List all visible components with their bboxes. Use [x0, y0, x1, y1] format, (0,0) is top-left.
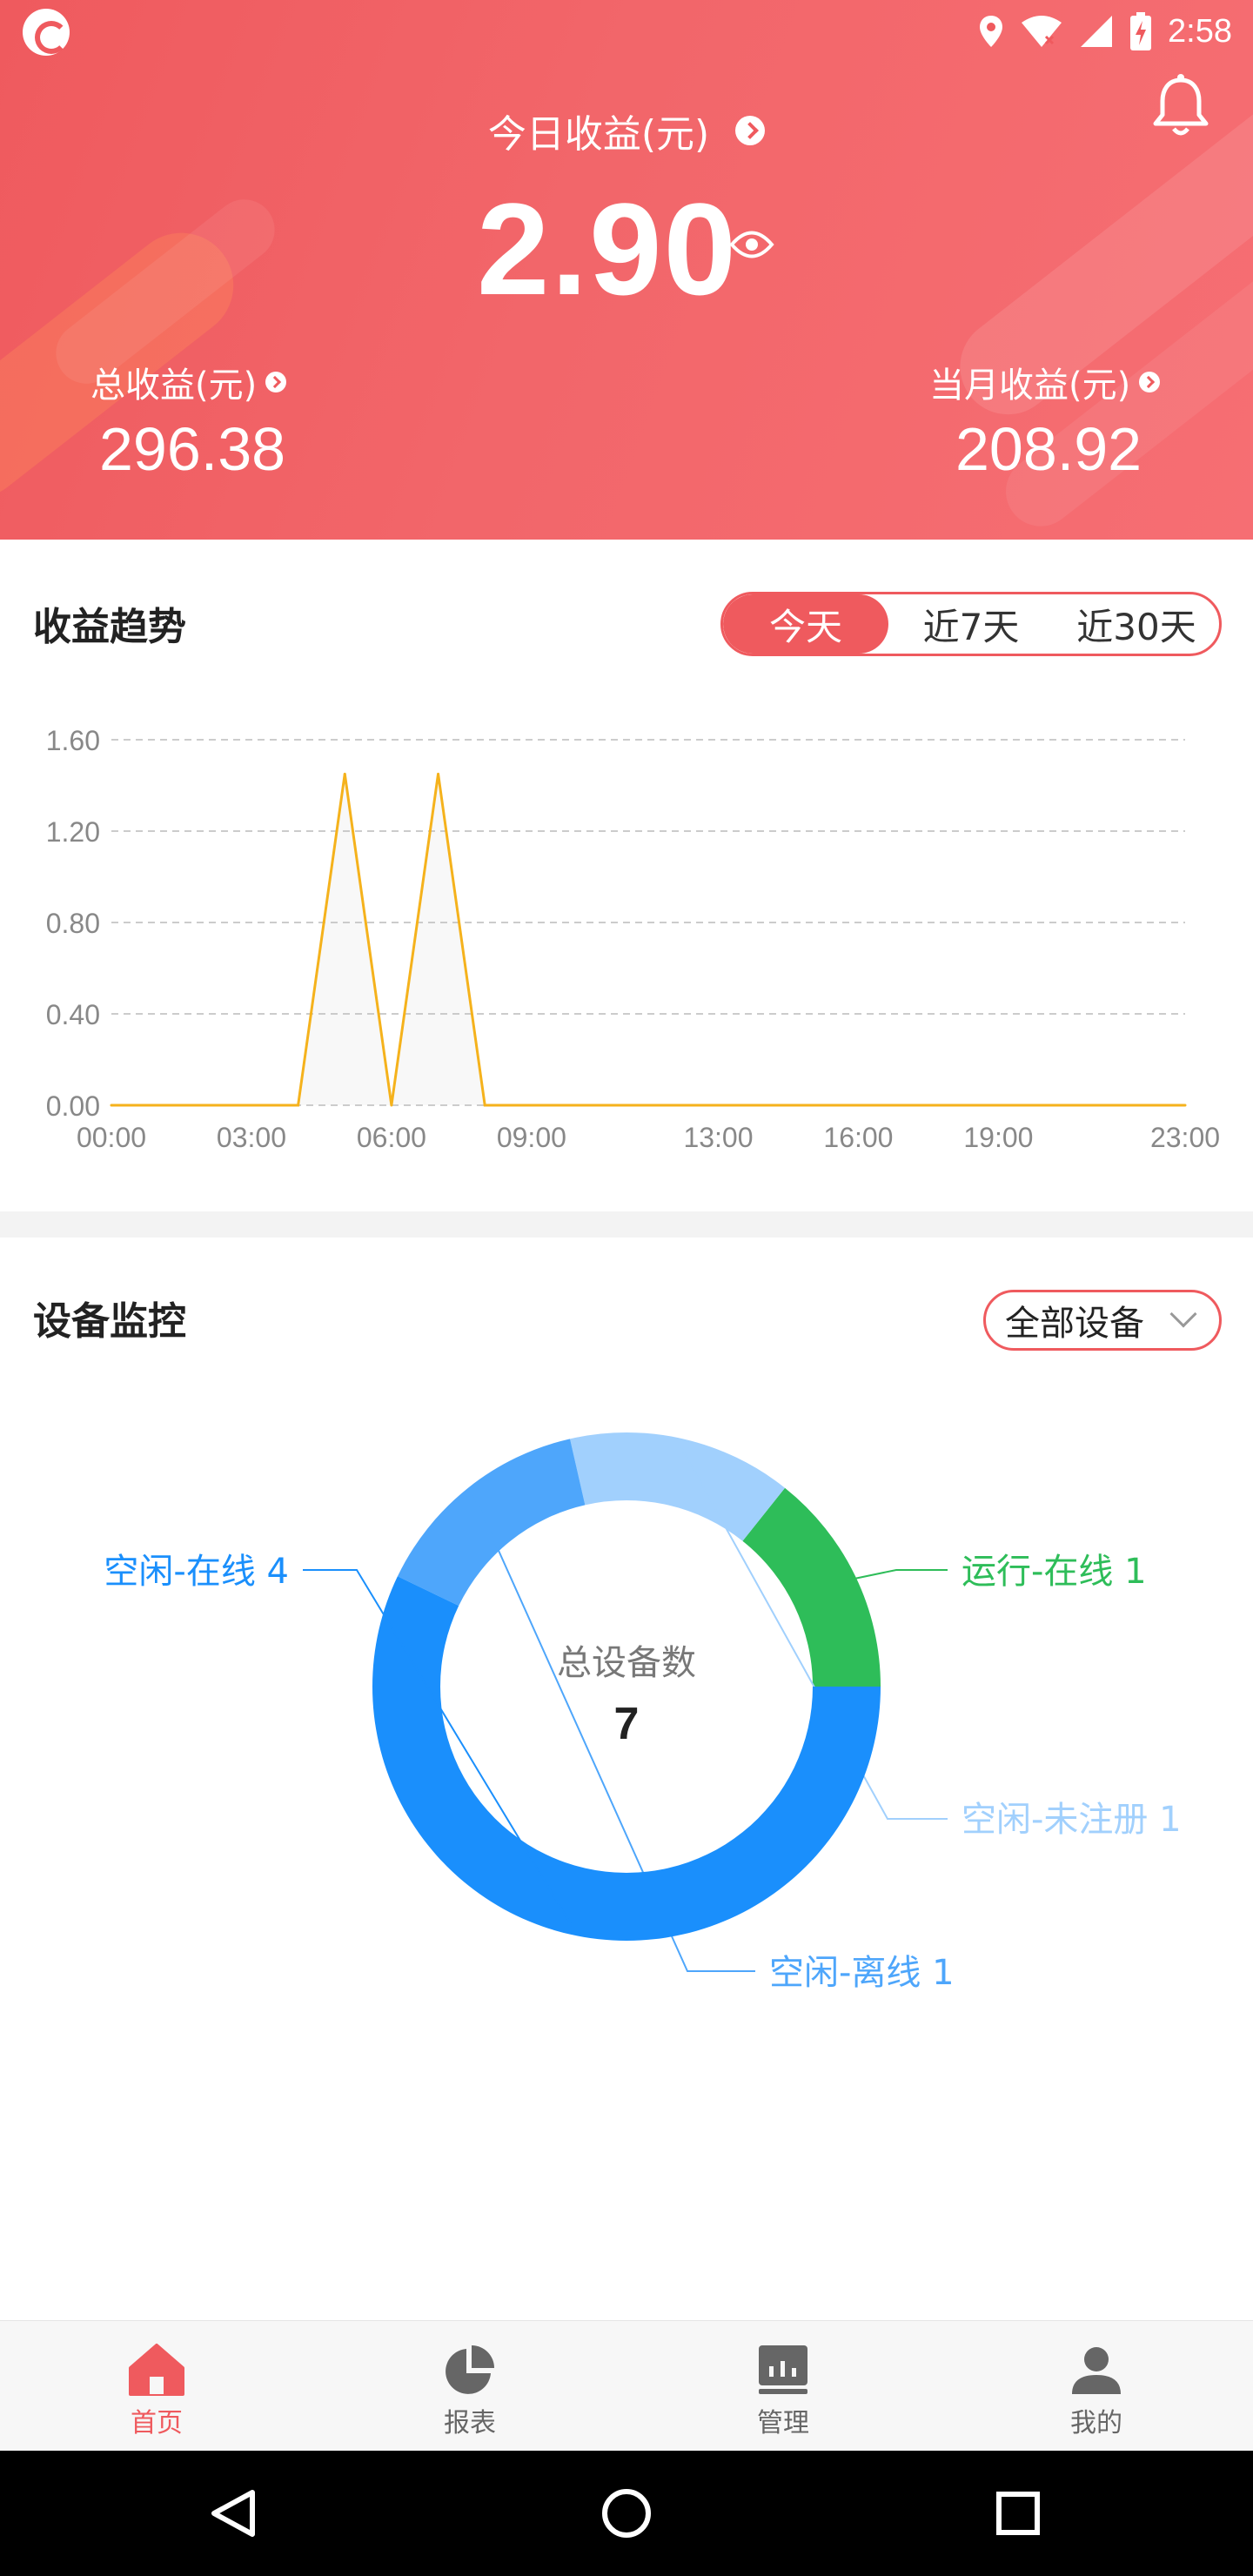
donut-segment: [570, 1432, 786, 1541]
data-point: [903, 1104, 907, 1107]
tab-mine[interactable]: 我的: [940, 2321, 1253, 2451]
location-icon: [978, 14, 1004, 49]
tab-reports-label: 报表: [444, 2408, 496, 2438]
data-point: [110, 1104, 113, 1107]
donut-segment-label: 空闲-在线 4: [104, 1552, 289, 1592]
home-icon: [129, 2344, 184, 2396]
y-tick-label: 1.20: [46, 816, 100, 848]
tab-today[interactable]: 今天: [723, 594, 888, 654]
today-earnings-title: 今日收益(元): [487, 112, 710, 157]
period-segmented-control: 今天 近7天 近30天: [720, 592, 1222, 656]
data-point: [1043, 1104, 1047, 1107]
x-tick-label: 06:00: [357, 1122, 426, 1153]
data-point: [577, 1104, 580, 1107]
wifi-icon: [1020, 14, 1063, 49]
y-tick-label: 0.40: [46, 999, 100, 1030]
x-tick-label: 13:00: [683, 1122, 753, 1153]
data-point: [670, 1104, 673, 1107]
x-tick-label: 03:00: [217, 1122, 286, 1153]
today-earnings-value: 2.90: [477, 176, 738, 322]
tab-last-30-days[interactable]: 近30天: [1054, 594, 1219, 654]
user-icon: [1072, 2347, 1121, 2394]
tab-mine-label: 我的: [1070, 2408, 1122, 2438]
earnings-line-chart: 0.00 0.40 0.80 1.20 1.60 00:00 03:00 06:00 09:00…: [46, 725, 1220, 1153]
pie-chart-icon: [446, 2345, 494, 2394]
data-point: [950, 1104, 954, 1107]
tab-home-label: 首页: [131, 2408, 183, 2438]
line-area: [111, 774, 1185, 1105]
y-tick-label: 0.80: [46, 908, 100, 939]
data-point: [437, 772, 440, 775]
chevron-right-icon: [265, 372, 287, 392]
data-point: [1136, 1104, 1140, 1107]
section-divider: [0, 1211, 1253, 1238]
data-point: [1183, 1104, 1187, 1107]
tab-last-7-days[interactable]: 近7天: [888, 594, 1054, 654]
app-logo-icon: [23, 9, 70, 56]
data-point: [483, 1104, 486, 1107]
total-earnings-label[interactable]: 总收益(元): [90, 357, 287, 407]
x-tick-label: 16:00: [823, 1122, 893, 1153]
trend-title: 收益趋势: [33, 605, 186, 649]
data-point: [996, 1104, 1000, 1107]
data-point: [297, 1104, 300, 1107]
data-point: [390, 1104, 393, 1107]
earnings-trend-section: 收益趋势 今天 近7天 近30天 0.00 0.40 0.80 1.20 1.60 00:…: [0, 540, 1253, 1211]
today-earnings-label[interactable]: 今日收益(元): [0, 103, 1253, 158]
month-earnings-label[interactable]: 当月收益(元): [929, 357, 1161, 407]
status-bar: 2:58: [0, 0, 1253, 63]
eye-visibility-icon[interactable]: [729, 228, 774, 261]
battery-charging-icon: [1129, 12, 1152, 50]
month-earnings-value: 208.92: [955, 415, 1142, 483]
data-point: [530, 1104, 533, 1107]
total-earnings-value: 296.38: [99, 415, 286, 483]
data-point: [250, 1104, 253, 1107]
data-point: [716, 1104, 720, 1107]
y-tick-label: 1.60: [46, 725, 100, 756]
earnings-series-line: [111, 774, 1185, 1107]
donut-segment: [742, 1487, 881, 1687]
data-point: [856, 1104, 860, 1107]
chevron-right-icon: [1139, 372, 1161, 392]
device-monitor-section: 设备监控 全部设备 运行-在线 1 空闲-未注册 1 空闲-离线 1 空闲-在线 4总…: [0, 1238, 1253, 2320]
chevron-right-icon: [735, 116, 766, 145]
donut-segment: [397, 1439, 586, 1607]
x-tick-label: 19:00: [963, 1122, 1033, 1153]
total-earnings-title: 总收益(元): [90, 366, 258, 406]
tab-home[interactable]: 首页: [0, 2321, 313, 2451]
device-donut-chart: 运行-在线 1 空闲-未注册 1 空闲-离线 1 空闲-在线 4 总设备数 7: [104, 1432, 1182, 1993]
data-point: [1090, 1104, 1094, 1107]
total-devices-label: 总设备数: [557, 1643, 696, 1683]
home-circle-icon[interactable]: [602, 2489, 651, 2538]
dashboard-icon: [759, 2345, 807, 2394]
total-devices-value: 7: [614, 1699, 640, 1749]
donut-leader-line: [847, 1569, 948, 1581]
data-point: [623, 1104, 626, 1107]
data-point: [343, 772, 346, 775]
month-earnings-title: 当月收益(元): [929, 366, 1131, 406]
data-point: [203, 1104, 206, 1107]
data-point: [763, 1104, 767, 1107]
cellular-signal-icon: [1079, 14, 1114, 49]
donut-segment-label: 空闲-离线 1: [769, 1953, 955, 1993]
y-tick-label: 0.00: [46, 1090, 100, 1122]
recent-apps-icon[interactable]: [996, 2492, 1040, 2535]
tab-manage-label: 管理: [757, 2408, 809, 2438]
tab-manage[interactable]: 管理: [626, 2321, 940, 2451]
data-point: [157, 1104, 160, 1107]
data-point: [810, 1104, 814, 1107]
earnings-header: 2:58 今日收益(元) 2.90 总收益(元) 296.38 当月收益(元) …: [0, 0, 1253, 540]
x-tick-label: 00:00: [77, 1122, 146, 1153]
donut-segment-label: 运行-在线 1: [962, 1552, 1147, 1592]
system-navigation-bar: [0, 2451, 1253, 2576]
bottom-tab-bar: 首页 报表 管理 我的: [0, 2320, 1253, 2451]
donut-segment-label: 空闲-未注册 1: [962, 1800, 1182, 1840]
x-tick-label: 23:00: [1150, 1122, 1220, 1153]
tab-reports[interactable]: 报表: [313, 2321, 626, 2451]
back-icon[interactable]: [211, 2490, 255, 2537]
status-time: 2:58: [1168, 12, 1232, 50]
x-tick-label: 09:00: [497, 1122, 566, 1153]
